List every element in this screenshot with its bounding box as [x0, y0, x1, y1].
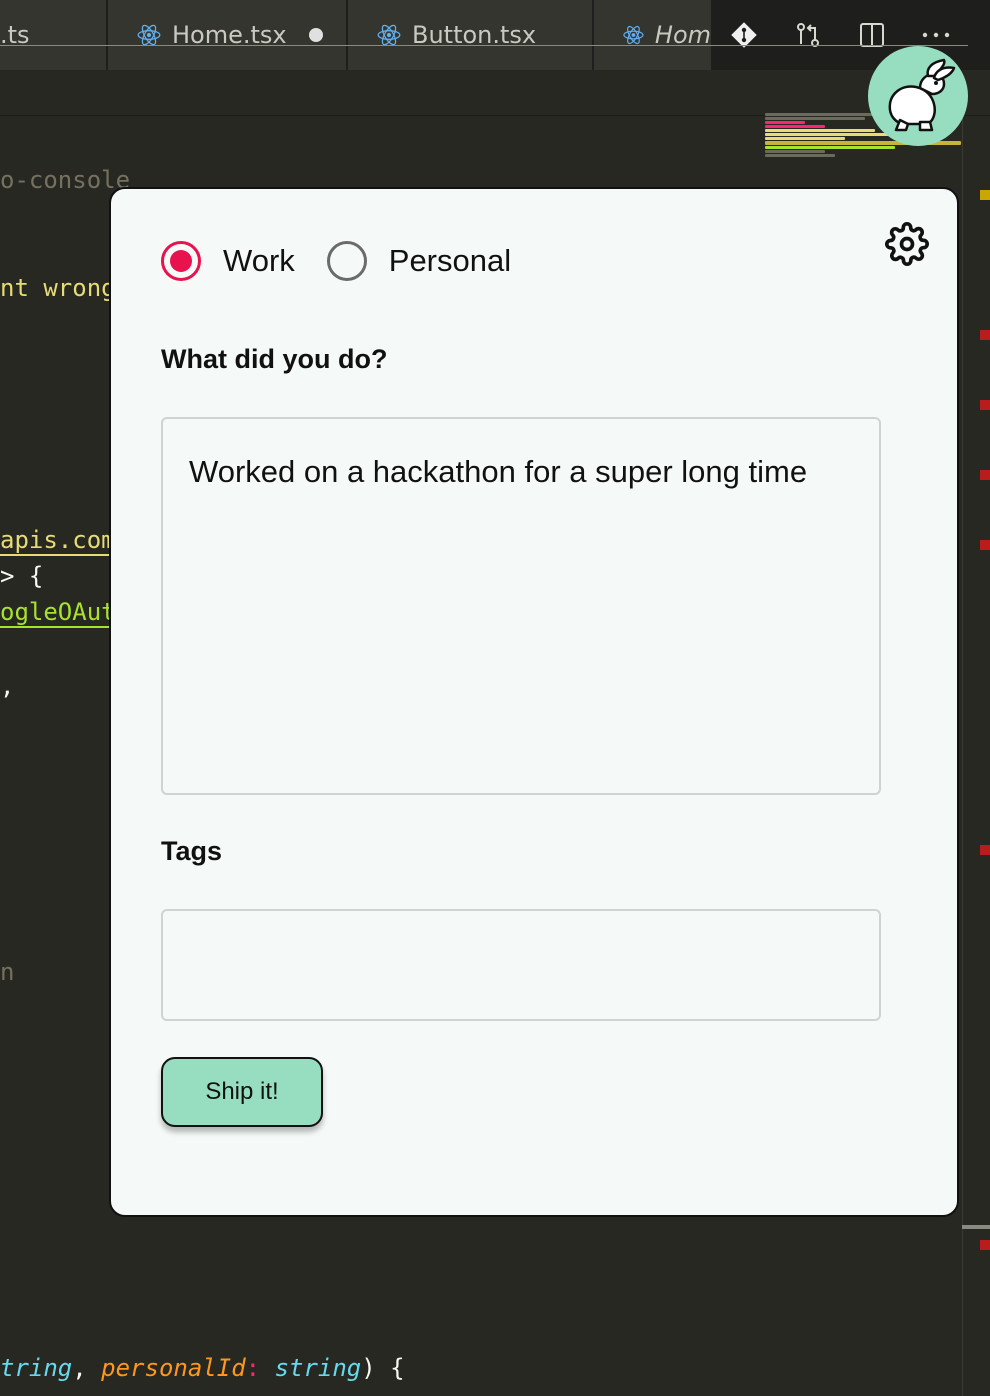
- question-label: What did you do?: [161, 344, 388, 374]
- code-fragment: o-console: [0, 166, 131, 194]
- scroll-marker: [980, 400, 990, 410]
- tab-ts-file[interactable]: .ts: [0, 0, 107, 70]
- tab-divider: [0, 45, 968, 46]
- code-fragment: > {: [0, 562, 44, 590]
- rabbit-icon[interactable]: [868, 46, 968, 146]
- breadcrumb-bar: [0, 70, 990, 116]
- scroll-marker: [980, 330, 990, 340]
- radio-label-work: Work: [223, 243, 295, 278]
- activity-textarea[interactable]: Worked on a hackathon for a super long t…: [161, 417, 881, 795]
- unsaved-dot-icon: [308, 28, 323, 42]
- code-fragment: ,: [0, 672, 15, 700]
- log-entry-card: Work Personal What did you do? Worked on…: [109, 187, 959, 1217]
- editor-tab-bar: .ts Home.tsx Button.tsx Hom: [0, 0, 990, 70]
- scroll-marker: [980, 540, 990, 550]
- category-radio-group: Work Personal: [161, 241, 543, 281]
- scroll-marker: [980, 1240, 990, 1250]
- compare-icon[interactable]: [776, 0, 840, 70]
- radio-option-work[interactable]: Work: [161, 241, 295, 281]
- scroll-marker: [980, 845, 990, 855]
- code-fragment: n: [0, 958, 15, 986]
- code-fragment: nt wrong: [0, 274, 116, 302]
- radio-label-personal: Personal: [388, 243, 512, 278]
- tab-button-tsx[interactable]: Button.tsx: [348, 0, 593, 70]
- scroll-marker: [980, 470, 990, 480]
- radio-button-work[interactable]: [161, 241, 201, 281]
- scrollbar-track: [962, 115, 963, 1396]
- scroll-marker: [980, 190, 990, 200]
- radio-button-personal[interactable]: [326, 241, 367, 281]
- tags-input[interactable]: [161, 909, 881, 1021]
- scroll-position: [962, 1225, 990, 1229]
- gear-icon[interactable]: [885, 222, 929, 266]
- tab-home-tsx[interactable]: Home.tsx: [108, 0, 347, 70]
- code-fragment: apis.com: [0, 526, 116, 556]
- git-icon[interactable]: [712, 0, 776, 70]
- tags-label: Tags: [161, 836, 223, 866]
- code-fragment: ogleOAut: [0, 598, 116, 628]
- tab-home-preview[interactable]: Hom: [594, 0, 712, 70]
- ship-it-button[interactable]: Ship it!: [161, 1057, 323, 1127]
- radio-option-personal[interactable]: Personal: [326, 241, 512, 281]
- code-line-signature: tring, personalId: string) {: [0, 1354, 405, 1382]
